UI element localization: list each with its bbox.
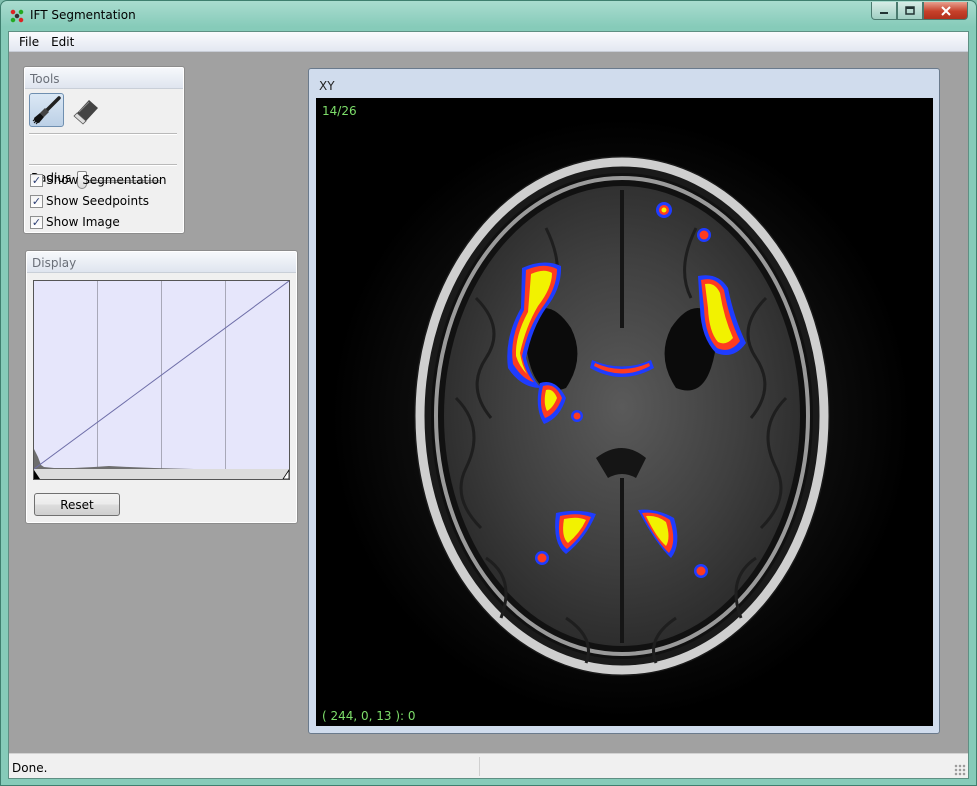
- display-panel-title: Display: [27, 252, 296, 273]
- close-button[interactable]: [923, 2, 968, 20]
- checkbox-label: Show Seedpoints: [46, 194, 150, 208]
- reset-button[interactable]: Reset: [34, 493, 120, 516]
- menu-file[interactable]: File: [13, 35, 45, 49]
- client-area: File Edit Tools Radius ✓ Show Segmentati…: [8, 31, 969, 779]
- tools-separator: [29, 133, 177, 134]
- histogram-baseline: [34, 469, 289, 479]
- cursor-coordinate-readout: ( 244, 0, 13 ): 0: [322, 709, 416, 723]
- slice-counter: 14/26: [322, 104, 357, 118]
- show-seedpoints-checkbox[interactable]: ✓ Show Seedpoints: [30, 194, 149, 208]
- status-text: Done.: [12, 761, 48, 775]
- menu-bar: File Edit: [9, 32, 968, 52]
- checkbox-box[interactable]: ✓: [30, 215, 43, 229]
- show-segmentation-checkbox[interactable]: ✓ Show Segmentation: [30, 173, 167, 187]
- display-panel: Display Reset: [25, 250, 298, 524]
- title-bar[interactable]: IFT Segmentation: [1, 1, 976, 31]
- mri-slice-image: [331, 118, 911, 718]
- histogram-transfer-editor[interactable]: [33, 280, 290, 480]
- checkbox-box[interactable]: ✓: [30, 173, 43, 187]
- status-bar: Done.: [9, 753, 968, 778]
- show-image-checkbox[interactable]: ✓ Show Image: [30, 215, 120, 229]
- app-icon: [10, 9, 24, 23]
- eraser-icon: [72, 100, 98, 125]
- histogram-plot: [33, 280, 290, 480]
- minimize-button[interactable]: [871, 2, 897, 20]
- paintbrush-tool-button[interactable]: [29, 93, 64, 127]
- checkbox-label: Show Image: [46, 215, 120, 229]
- app-window: IFT Segmentation File Edit Tools Radius …: [0, 0, 977, 786]
- caption-buttons: [871, 2, 968, 20]
- checkbox-label: Show Segmentation: [46, 173, 167, 187]
- checkbox-box[interactable]: ✓: [30, 194, 43, 208]
- maximize-icon: [905, 6, 915, 15]
- status-divider: [479, 757, 480, 776]
- resize-grip-icon[interactable]: [954, 764, 966, 776]
- tools-panel-title: Tools: [25, 68, 183, 89]
- menu-edit[interactable]: Edit: [45, 35, 80, 49]
- mri-slice-view[interactable]: 14/26 ( 244, 0, 13 ): 0: [316, 98, 933, 726]
- paintbrush-icon: [32, 96, 61, 125]
- window-title: IFT Segmentation: [30, 8, 136, 22]
- tools-separator: [29, 164, 177, 165]
- close-icon: [940, 5, 951, 16]
- minimize-icon: [880, 11, 888, 14]
- maximize-button[interactable]: [897, 2, 923, 20]
- tools-panel: Tools Radius ✓ Show Segmentation ✓ Show …: [23, 66, 185, 234]
- xy-viewer-title: XY: [319, 79, 335, 93]
- xy-viewer-panel: XY 14/26 (244, 0, 13): 0: [308, 68, 940, 734]
- eraser-tool-button[interactable]: [68, 93, 103, 127]
